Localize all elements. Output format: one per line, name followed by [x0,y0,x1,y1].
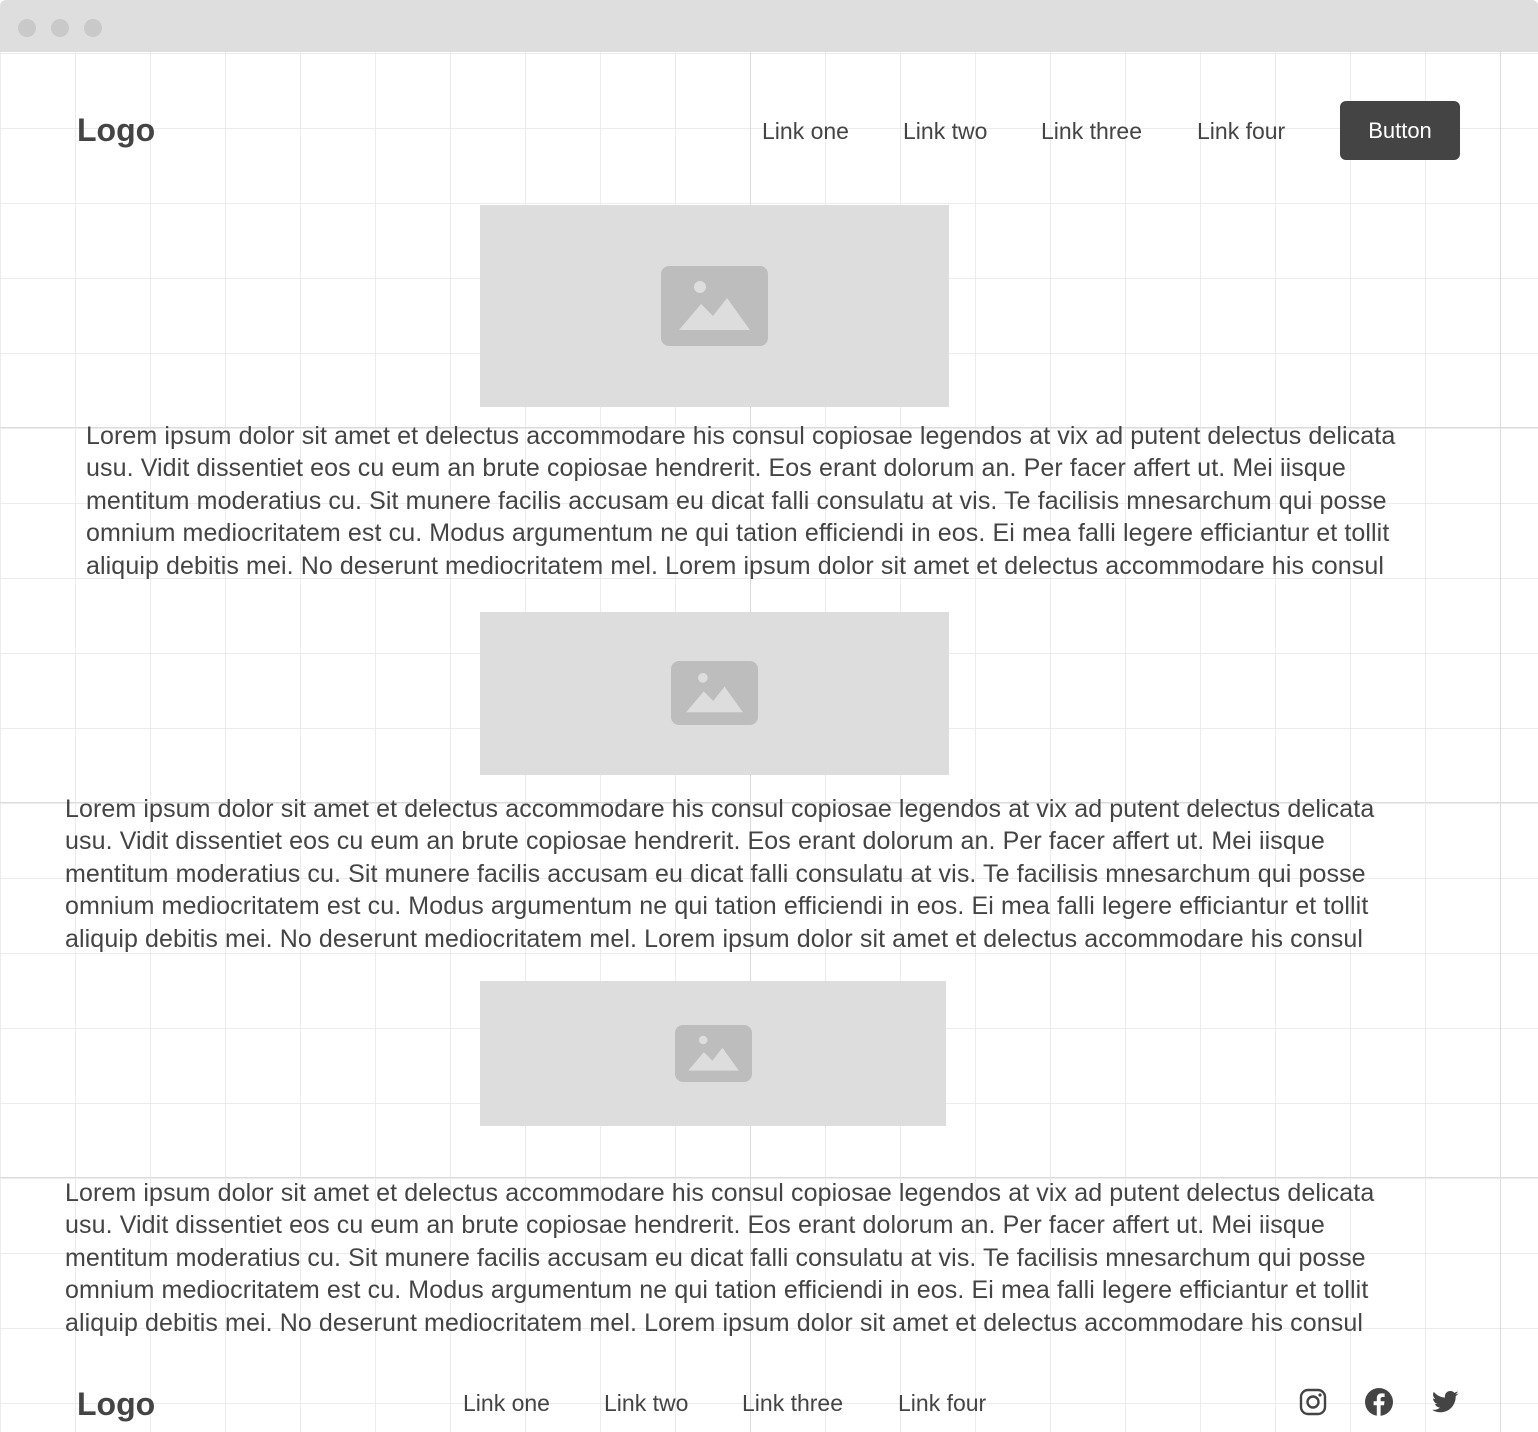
paragraph-line: aliquip debitis mei. No deserunt mediocr… [65,924,1363,953]
paragraph-line: omnium mediocritatem est cu. Modus argum… [86,519,1390,548]
footer-logo[interactable]: Logo [77,1386,155,1423]
footer-nav-link-one[interactable]: Link one [463,1390,550,1417]
window-minimize-dot[interactable] [51,19,69,37]
twitter-icon[interactable] [1430,1387,1460,1417]
image-placeholder-icon [671,661,758,725]
window-maximize-dot[interactable] [84,19,102,37]
paragraph-line: omnium mediocritatem est cu. Modus argum… [65,1276,1369,1305]
grid-guide-vertical [1500,52,1501,1432]
instagram-icon[interactable] [1298,1387,1328,1417]
image-placeholder-icon [661,266,768,346]
header-cta-button[interactable]: Button [1340,101,1460,160]
browser-titlebar [0,0,1538,52]
paragraph-line: mentitum moderatius cu. Sit munere facil… [86,486,1387,515]
paragraph-line: mentitum moderatius cu. Sit munere facil… [65,859,1366,888]
paragraph-line: aliquip debitis mei. No deserunt mediocr… [65,1308,1363,1337]
footer-nav-link-two[interactable]: Link two [604,1390,688,1417]
paragraph-line: usu. Vidit dissentiet eos cu eum an brut… [65,827,1325,856]
footer-nav-link-three[interactable]: Link three [742,1390,843,1417]
paragraph-line: Lorem ipsum dolor sit amet et delectus a… [86,422,1396,450]
window-close-dot[interactable] [18,19,36,37]
paragraph-line: mentitum moderatius cu. Sit munere facil… [65,1243,1366,1272]
image-placeholder [480,612,949,775]
image-placeholder [480,205,949,407]
header-nav-link-two[interactable]: Link two [903,118,987,145]
footer-nav-link-four[interactable]: Link four [898,1390,986,1417]
paragraph-line: Lorem ipsum dolor sit amet et delectus a… [65,795,1375,823]
header-logo[interactable]: Logo [77,112,155,149]
paragraph-line: aliquip debitis mei. No deserunt mediocr… [86,551,1384,580]
paragraph-line: usu. Vidit dissentiet eos cu eum an brut… [65,1211,1325,1240]
paragraph-line: Lorem ipsum dolor sit amet et delectus a… [65,1179,1375,1207]
paragraph-line: omnium mediocritatem est cu. Modus argum… [65,892,1369,921]
paragraph-line: usu. Vidit dissentiet eos cu eum an brut… [86,454,1346,483]
header-nav-link-one[interactable]: Link one [762,118,849,145]
section-paragraph: Lorem ipsum dolor sit amet et delectus a… [86,420,1395,582]
image-placeholder-icon [675,1025,752,1082]
section-paragraph: Lorem ipsum dolor sit amet et delectus a… [65,793,1374,955]
facebook-icon[interactable] [1364,1387,1394,1417]
section-paragraph: Lorem ipsum dolor sit amet et delectus a… [65,1177,1374,1339]
page-viewport: Logo Link one Link two Link three Link f… [0,52,1538,1432]
header-nav-link-three[interactable]: Link three [1041,118,1142,145]
image-placeholder [480,981,946,1126]
header-nav-link-four[interactable]: Link four [1197,118,1285,145]
